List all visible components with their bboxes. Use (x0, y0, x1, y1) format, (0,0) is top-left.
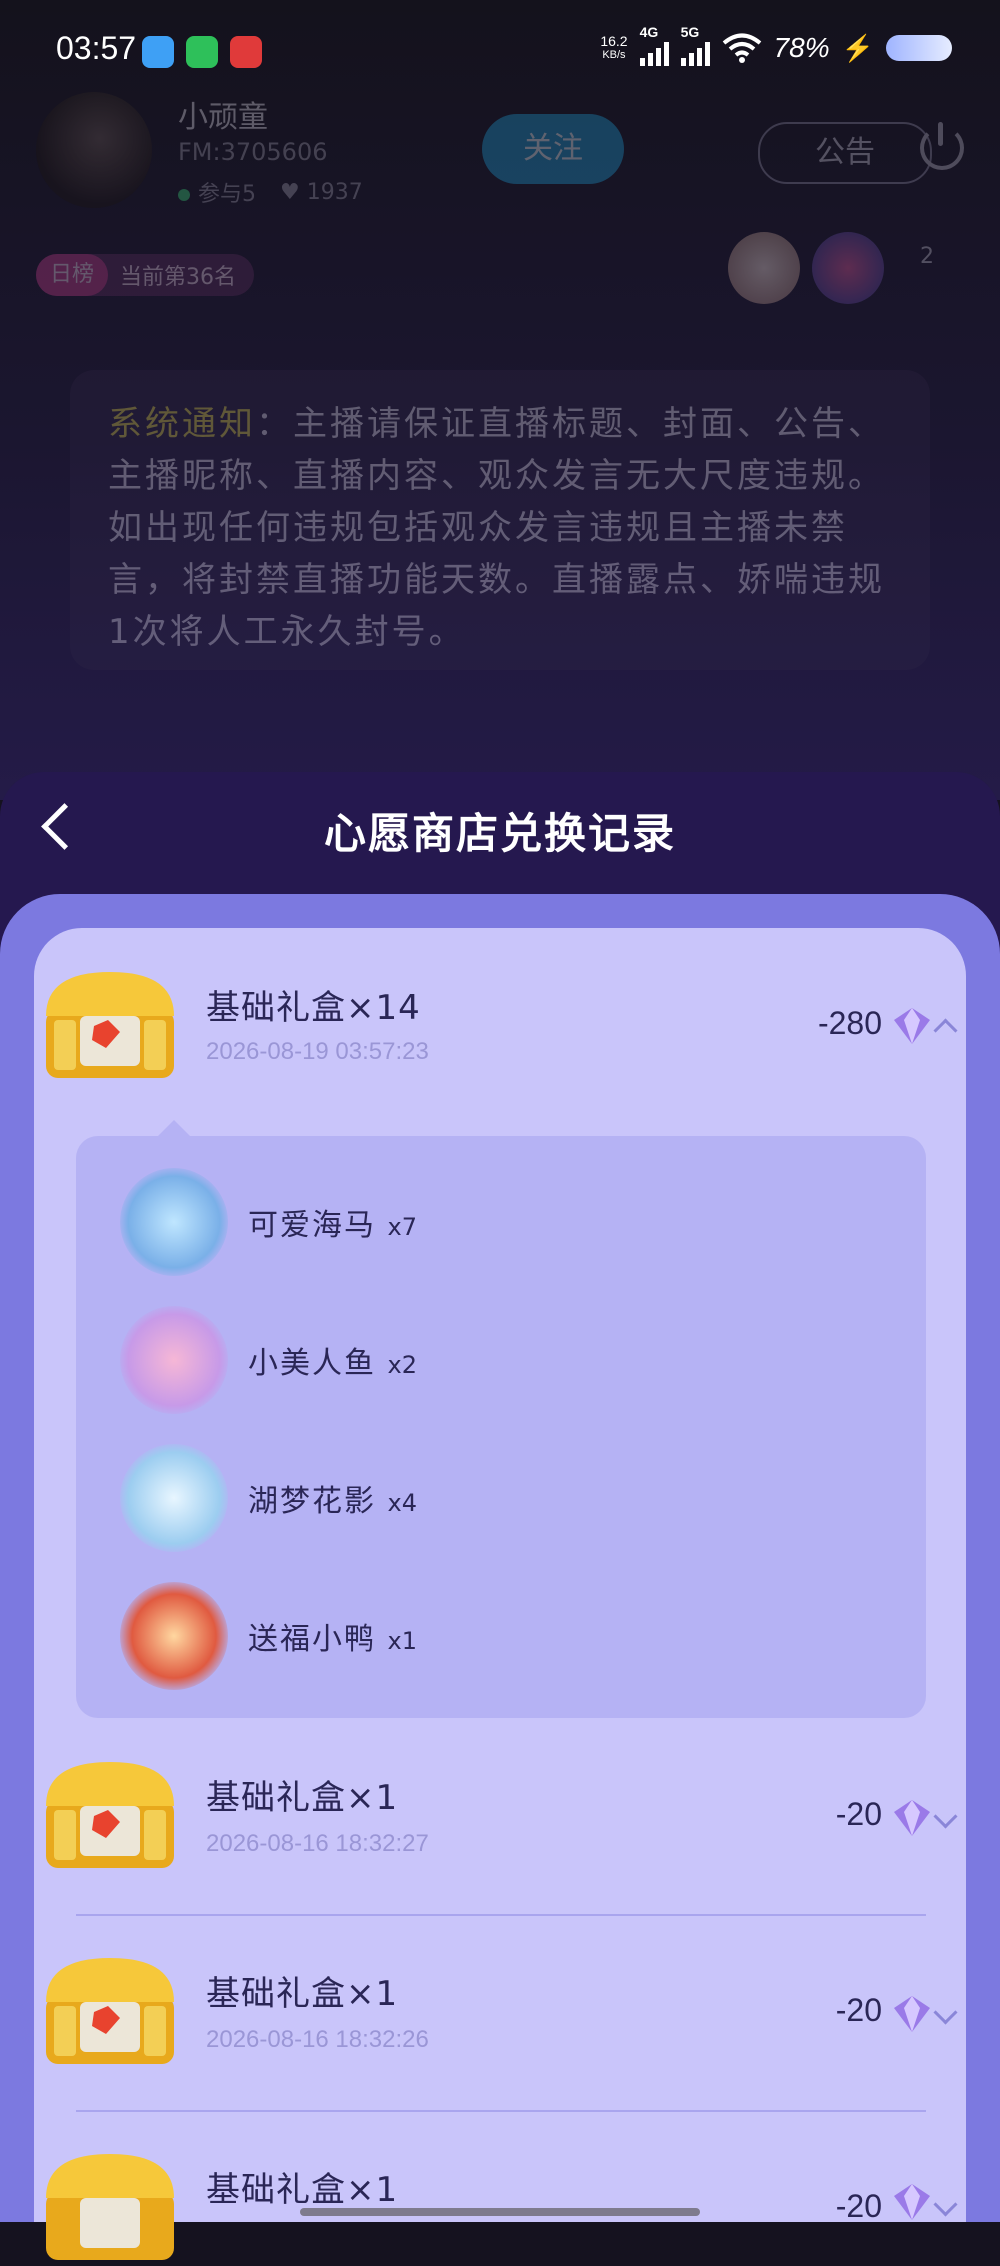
charging-icon: ⚡ (841, 32, 874, 63)
signal-5g-icon: 5G (680, 24, 710, 66)
system-notice-text: 系统通知：主播请保证直播标题、封面、公告、主播昵称、直播内容、观众发言无大尺度违… (108, 404, 885, 652)
treasure-chest-icon (46, 1762, 174, 1868)
gift-item: 小美人鱼 x2 (248, 1346, 418, 1381)
record-time: 2026-08-19 03:57:23 (206, 1038, 429, 1065)
battery-percent: 78% (773, 32, 830, 63)
crystal-currency-icon (894, 1996, 930, 2032)
seahorse-gift-icon (120, 1168, 228, 1276)
host-stats: 参与5 ♥ 1937 (178, 176, 363, 208)
heart-icon: ♥ (280, 179, 300, 205)
duck-gift-icon (120, 1582, 228, 1690)
power-icon[interactable] (920, 122, 964, 170)
divider (76, 1914, 926, 1916)
record-amount: -20 (835, 1796, 882, 1832)
crystal-currency-icon (894, 1800, 930, 1836)
host-id: FM:3705606 (178, 138, 328, 166)
treasure-chest-icon (46, 1958, 174, 2064)
record-title: 基础礼盒×14 (206, 988, 421, 1028)
gift-item: 湖梦花影 x4 (248, 1484, 418, 1519)
app-notification-icon-2 (230, 36, 262, 68)
clock: 03:57 (56, 30, 137, 66)
online-dot-icon (178, 189, 190, 201)
rank-badge[interactable]: 日榜 当前第36名 (36, 254, 255, 296)
home-indicator[interactable] (300, 2208, 700, 2216)
record-time: 2026-08-16 18:32:27 (206, 1830, 429, 1857)
viewer-count[interactable]: 2 (920, 244, 934, 269)
record-time: 2026-08-16 18:32:26 (206, 2026, 429, 2053)
record-amount: -20 (835, 1992, 882, 2028)
signal-4g-icon: 4G (639, 24, 669, 66)
treasure-chest-icon (46, 2154, 174, 2260)
sheet-title: 心愿商店兑换记录 (323, 809, 676, 858)
record-title: 基础礼盒×1 (206, 2170, 399, 2210)
mermaid-gift-icon (120, 1306, 228, 1414)
app-notification-icon (142, 36, 174, 68)
wechat-icon (186, 36, 218, 68)
host-avatar[interactable] (36, 92, 152, 208)
wifi-icon (722, 33, 761, 63)
status-bar: 03:57 16.2 KB/s 4G 5G 78% ⚡ (0, 0, 1000, 110)
follow-button[interactable]: 关注 (482, 114, 624, 184)
gift-item: 可爱海马 x7 (248, 1208, 418, 1243)
record-amount: -280 (817, 1005, 882, 1041)
record-title: 基础礼盒×1 (206, 1778, 399, 1818)
gift-item: 送福小鸭 x1 (248, 1622, 418, 1657)
viewer-avatar[interactable] (728, 232, 800, 304)
viewer-avatar[interactable] (812, 232, 884, 304)
crystal-currency-icon (894, 1008, 930, 1044)
record-amount: -20 (835, 2188, 882, 2224)
notice-button[interactable]: 公告 (758, 122, 932, 184)
treasure-chest-icon (46, 972, 174, 1078)
host-name: 小顽童 (178, 100, 268, 135)
network-speed: 16.2 KB/s (600, 33, 628, 61)
record-title: 基础礼盒×1 (206, 1974, 399, 2014)
crystal-currency-icon (894, 2184, 930, 2220)
divider (76, 2110, 926, 2112)
flower-gift-icon (120, 1444, 228, 1552)
dropdown-pointer (158, 1120, 190, 1136)
battery-icon (886, 35, 952, 61)
